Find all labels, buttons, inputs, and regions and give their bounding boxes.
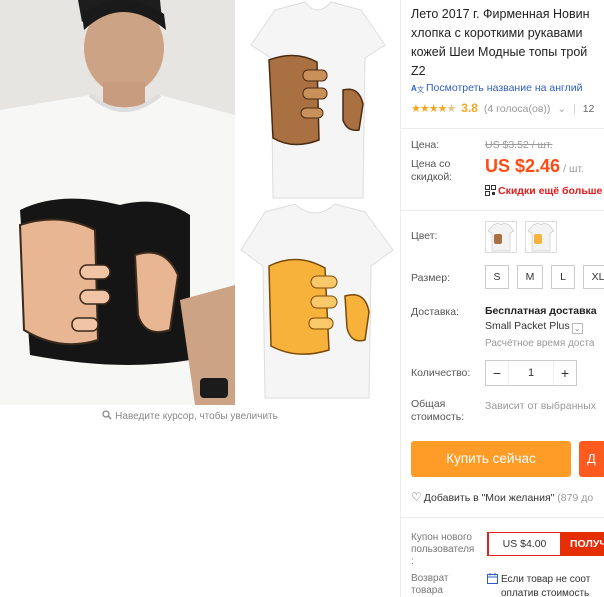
buy-now-button[interactable]: Купить сейчас [411, 441, 571, 477]
per-unit: / шт. [563, 163, 584, 175]
discount-price-label: Цена со скидкой: [411, 158, 453, 183]
thumbnail-photo-brown[interactable] [235, 0, 400, 200]
svg-text:文: 文 [417, 85, 424, 93]
quantity-label: Количество: [411, 367, 471, 379]
divider [401, 210, 604, 211]
add-to-wishlist-link[interactable]: ♡ Добавить в "Мои желания" (879 до [411, 490, 593, 504]
returns-note-line1: Если товар не соот [501, 574, 591, 585]
new-user-coupon-label: Купон нового пользователя : [411, 532, 475, 567]
size-label: Размер: [411, 272, 451, 284]
product-title: Лето 2017 г. Фирменная Новин хлопка с ко… [411, 7, 590, 78]
chevron-down-icon[interactable]: ⌄ [557, 103, 566, 115]
promo-link[interactable]: Скидки ещё больше [485, 185, 602, 199]
divider [401, 517, 604, 518]
chevron-down-icon: ⌄ [571, 323, 583, 334]
rating-value: 3.8 [461, 101, 478, 115]
size-option-l[interactable]: L [551, 265, 575, 289]
original-price: US $3.52 / шт. [485, 139, 553, 151]
heart-icon: ♡ [411, 490, 422, 504]
divider [401, 128, 604, 129]
zoom-hint: Наведите курсор, чтобы увеличить [0, 410, 380, 423]
translate-link-text: Посмотреть название на англий [426, 82, 583, 94]
quantity-decrease-button[interactable]: − [486, 361, 508, 385]
wishlist-text: Добавить в "Мои желания" [423, 492, 555, 504]
translate-icon: A文 [411, 82, 424, 96]
quantity-stepper: − 1 + [485, 360, 577, 386]
returns-label: Возврат товара [411, 573, 449, 596]
discounted-price: US $2.46 / шт. [485, 156, 584, 177]
get-coupon-button[interactable]: ПОЛУЧ [560, 532, 604, 556]
shipping-method-select[interactable]: Small Packet Plus ⌄ [485, 320, 583, 334]
rating-row: ★★★★★ 3.8 (4 голоса(ов)) ⌄ | 12 [411, 101, 595, 115]
total-value: Зависит от выбранных [485, 400, 597, 412]
quantity-increase-button[interactable]: + [554, 361, 576, 385]
color-label: Цвет: [411, 230, 438, 242]
promo-text: Скидки ещё больше [498, 185, 603, 197]
wishlist-count: (879 до [557, 492, 594, 504]
size-option-s[interactable]: S [485, 265, 509, 289]
color-option-brown[interactable] [485, 221, 517, 253]
orders-count: 12 [582, 103, 595, 115]
size-option-m[interactable]: M [517, 265, 543, 289]
zoom-hint-text: Наведите курсор, чтобы увеличить [115, 411, 278, 422]
quantity-input[interactable]: 1 [508, 361, 554, 385]
main-product-photo[interactable] [0, 0, 235, 405]
delivery-estimate: Расчётное время доста [485, 338, 595, 349]
shipping-method-value: Small Packet Plus [485, 320, 570, 332]
translate-title-link[interactable]: A文 Посмотреть название на англий [411, 82, 604, 96]
product-details-panel: Лето 2017 г. Фирменная Новин хлопка с ко… [400, 0, 604, 597]
calendar-icon [487, 573, 498, 588]
coupon-value: US $4.00 [487, 532, 560, 556]
shipping-label: Доставка: [411, 306, 460, 318]
size-option-xl[interactable]: XL [583, 265, 604, 289]
price-label: Цена: [411, 139, 440, 151]
votes-link[interactable]: (4 голоса(ов)) [484, 103, 551, 115]
returns-note-line2: оплатив стоимость [501, 588, 590, 597]
qr-code-icon [485, 185, 496, 199]
magnifier-icon [102, 410, 112, 423]
star-rating-icon: ★★★★ [411, 103, 447, 115]
free-shipping: Бесплатная доставка [485, 305, 597, 317]
thumbnail-photo-yellow[interactable] [235, 200, 400, 400]
add-to-cart-button[interactable]: Д [579, 441, 604, 477]
color-option-yellow[interactable] [525, 221, 557, 253]
total-label: Общая стоимость: [411, 398, 465, 423]
discounted-amount: US $2.46 [485, 156, 561, 176]
returns-note: Если товар не соот оплатив стоимость [487, 573, 590, 597]
